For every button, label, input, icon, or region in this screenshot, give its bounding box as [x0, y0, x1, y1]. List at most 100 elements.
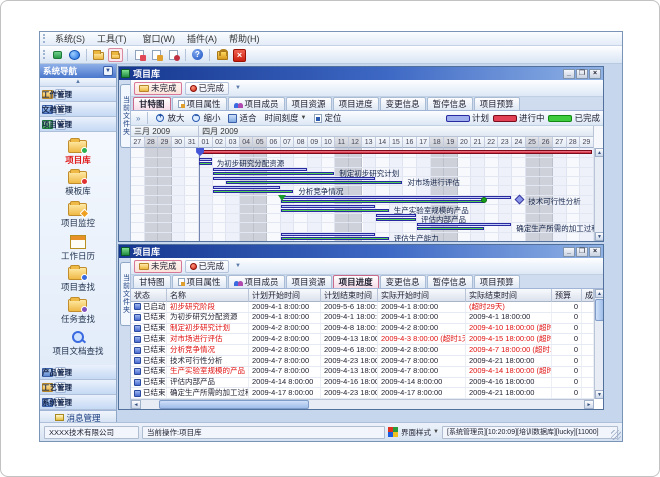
- tab-项目进度[interactable]: 项目进度: [333, 97, 379, 110]
- table-row[interactable]: 已结束分析竞争情况2009-4-2 8:00:002009-4-6 18:00:…: [131, 345, 594, 356]
- menu-item-1[interactable]: 工具(T): [91, 32, 133, 45]
- sidebar-group-5[interactable]: 系统管理▼: [40, 395, 116, 410]
- restore-icon[interactable]: ❐: [576, 69, 588, 79]
- scroll-down-icon[interactable]: ▼: [595, 232, 603, 241]
- scroll-up-icon[interactable]: ▲: [595, 289, 603, 298]
- pin-icon[interactable]: ▼: [103, 66, 113, 76]
- gantt-vertical-scrollbar[interactable]: ▲ ▼: [594, 148, 603, 241]
- table-horizontal-scrollbar[interactable]: ◄ ►: [131, 399, 594, 409]
- tab-项目成员[interactable]: 项目成员: [228, 97, 285, 110]
- tab-变更信息[interactable]: 变更信息: [380, 275, 426, 288]
- filter-button-已完成[interactable]: 已完成: [185, 82, 230, 95]
- report-new-icon[interactable]: [132, 48, 147, 62]
- table-row[interactable]: 已结束为初步研究分配资源2009-4-1 8:00:002009-4-1 18:…: [131, 313, 594, 324]
- column-header-名称[interactable]: 名称: [167, 289, 249, 302]
- gantt-panel-titlebar[interactable]: 项目库 _ ❐ ×: [119, 67, 603, 80]
- report-delete-icon[interactable]: [166, 48, 181, 62]
- tab-暂停信息[interactable]: 暂停信息: [427, 275, 473, 288]
- gantt-canvas[interactable]: 为初步研究分配资源制定初步研究计划对市场进行评估分析竞争情况技术可行性分析生产实…: [131, 148, 594, 241]
- sidebar-group-2[interactable]: 项目管理▲: [40, 117, 116, 132]
- scrollbar-thumb[interactable]: [159, 400, 309, 409]
- sidebar-item-模板库[interactable]: 模板库: [65, 171, 91, 197]
- sidebar-item-项目监控[interactable]: 项目监控: [61, 203, 95, 229]
- tab-项目成员[interactable]: 项目成员: [228, 275, 285, 288]
- lock-icon[interactable]: [214, 48, 229, 62]
- minimize-icon[interactable]: _: [563, 247, 575, 257]
- tab-暂停信息[interactable]: 暂停信息: [427, 97, 473, 110]
- column-header-实际结束时间[interactable]: 实际结束时间: [466, 289, 552, 302]
- sidebar-group-1[interactable]: 文档管理▼: [40, 102, 116, 117]
- scroll-right-icon[interactable]: ►: [584, 400, 594, 409]
- scroll-left-icon[interactable]: ◄: [131, 400, 141, 409]
- tab-项目属性[interactable]: 项目属性: [172, 275, 227, 288]
- column-header-状态[interactable]: 状态: [131, 289, 167, 302]
- tab-项目资源[interactable]: 项目资源: [286, 97, 332, 110]
- gantt-tool-适合[interactable]: 适合: [225, 112, 259, 124]
- report-edit-icon[interactable]: [149, 48, 164, 62]
- table-vertical-scrollbar[interactable]: ▲ ▼: [594, 289, 603, 399]
- column-header-实际开始时间[interactable]: 实际开始时间: [378, 289, 466, 302]
- table-row[interactable]: 已结束生产实验室规模的产品2009-4-7 8:00:002009-4-13 1…: [131, 367, 594, 378]
- filter-button-未完成[interactable]: 未完成: [134, 260, 182, 273]
- scroll-up-icon[interactable]: ▲: [595, 148, 603, 157]
- tab-甘特图[interactable]: 甘特图: [133, 275, 171, 288]
- table-row[interactable]: 已结束对市场进行评估2009-4-2 8:00:002009-4-13 18:0…: [131, 334, 594, 345]
- chevron-down-icon[interactable]: ▼: [232, 263, 244, 269]
- sidebar-item-项目库[interactable]: 项目库: [65, 140, 91, 166]
- menu-item-3[interactable]: 窗口(W): [137, 32, 182, 45]
- help-icon[interactable]: [190, 48, 205, 62]
- menu-item-0[interactable]: 系统(S): [49, 32, 91, 45]
- column-header-预算[interactable]: 预算: [552, 289, 582, 302]
- sidebar-group-3[interactable]: 产品管理▼: [40, 365, 116, 380]
- table-body[interactable]: 已启动初步研究阶段2009-4-1 8:00:002009-5-6 18:00:…: [131, 302, 594, 399]
- chevron-down-icon[interactable]: ▼: [232, 85, 244, 91]
- column-header-计划开始时间[interactable]: 计划开始时间: [249, 289, 321, 302]
- sidebar-scroll-up[interactable]: ▲: [40, 78, 116, 87]
- gantt-tool-缩小[interactable]: 缩小: [189, 112, 223, 124]
- sidebar-group-0[interactable]: 工作管理▼: [40, 87, 116, 102]
- sidebar-item-工作日历[interactable]: 工作日历: [61, 235, 95, 262]
- minimize-icon[interactable]: _: [563, 69, 575, 79]
- gantt-tool-定位[interactable]: 定位: [311, 112, 344, 124]
- close-icon[interactable]: ×: [589, 247, 601, 257]
- menu-item-5[interactable]: 帮助(H): [223, 32, 266, 45]
- table-row[interactable]: 已结束制定初步研究计划2009-4-2 8:00:002009-4-8 18:0…: [131, 324, 594, 335]
- gantt-tool-放大[interactable]: 放大: [153, 112, 187, 124]
- scrollbar-thumb[interactable]: [595, 299, 603, 321]
- column-header-计划结束时间[interactable]: 计划结束时间: [321, 289, 378, 302]
- table-row[interactable]: 已结束确定生产所需的加工过程2009-4-17 8:00:002009-4-23…: [131, 388, 594, 399]
- tab-项目资源[interactable]: 项目资源: [286, 275, 332, 288]
- folder-open-icon[interactable]: [108, 48, 123, 62]
- scroll-down-icon[interactable]: ▼: [595, 390, 603, 399]
- sidebar-item-项目文档查找[interactable]: 项目文档查找: [52, 330, 103, 357]
- computer-icon[interactable]: [50, 48, 65, 62]
- exit-icon[interactable]: [231, 48, 246, 62]
- tab-变更信息[interactable]: 变更信息: [380, 97, 426, 110]
- table-row[interactable]: 已启动初步研究阶段2009-4-1 8:00:002009-5-6 18:00:…: [131, 302, 594, 313]
- restore-icon[interactable]: ❐: [576, 247, 588, 257]
- current-folder-tab[interactable]: 当前文件夹: [120, 84, 130, 148]
- table-row[interactable]: 已结束评估内部产品2009-4-14 8:00:002009-4-16 18:0…: [131, 378, 594, 389]
- overflow-chevron-icon[interactable]: »: [134, 114, 142, 123]
- current-folder-tab[interactable]: 当前文件夹: [120, 262, 130, 326]
- tab-甘特图[interactable]: 甘特图: [133, 97, 171, 110]
- tab-项目属性[interactable]: 项目属性: [172, 97, 227, 110]
- filter-button-已完成[interactable]: 已完成: [185, 260, 230, 273]
- tab-项目预算[interactable]: 项目预算: [474, 275, 520, 288]
- table-row[interactable]: 已结束技术可行性分析2009-4-7 8:00:002009-4-23 18:0…: [131, 356, 594, 367]
- menu-item-4[interactable]: 插件(A): [181, 32, 223, 45]
- filter-button-未完成[interactable]: 未完成: [134, 82, 182, 95]
- interface-style-dropdown[interactable]: 界面样式 ▼: [401, 427, 439, 438]
- resize-grip[interactable]: [611, 430, 621, 440]
- sidebar-item-任务查找[interactable]: 任务查找: [61, 299, 95, 325]
- tab-项目预算[interactable]: 项目预算: [474, 97, 520, 110]
- sidebar-item-项目查找[interactable]: 项目查找: [61, 267, 95, 293]
- sidebar-group-4[interactable]: 工艺管理▼: [40, 380, 116, 395]
- tab-项目进度[interactable]: 项目进度: [333, 275, 379, 288]
- column-header-成[interactable]: 成: [582, 289, 594, 302]
- globe-icon[interactable]: [67, 48, 82, 62]
- progress-panel-titlebar[interactable]: 项目库 _ ❐ ×: [119, 245, 603, 258]
- folder-closed-icon[interactable]: [91, 48, 106, 62]
- close-icon[interactable]: ×: [589, 69, 601, 79]
- gantt-tool-时间刻度[interactable]: 时间刻度▼: [262, 112, 310, 124]
